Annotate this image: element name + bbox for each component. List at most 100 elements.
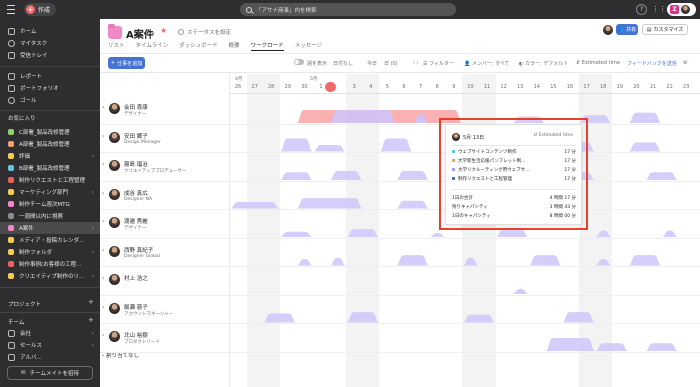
sidebar-item-team[interactable]: セールス › [0, 339, 100, 351]
workload-bar[interactable] [296, 198, 363, 209]
workload-bar[interactable] [279, 138, 313, 152]
workload-bar[interactable] [429, 233, 446, 237]
help-icon[interactable]: ? [636, 4, 647, 15]
workload-bar[interactable] [346, 229, 380, 237]
workload-bar[interactable] [645, 172, 679, 180]
sidebar-item-favorite[interactable]: メディア・投稿カレンダ... [0, 234, 100, 246]
tab-overview[interactable]: 概要 [229, 41, 240, 51]
person-row[interactable]: › 渡邉 秀麗 デザイナー [100, 210, 230, 238]
workload-bar[interactable] [396, 255, 430, 266]
account-menu[interactable]: Z [667, 3, 696, 16]
today-button[interactable]: 今日 [367, 60, 377, 67]
workload-bar[interactable] [562, 312, 596, 323]
tab-messages[interactable]: メッセージ [295, 41, 322, 51]
chevron-right-icon[interactable]: › [92, 153, 94, 160]
chevron-right-icon[interactable]: › [102, 218, 104, 225]
workload-bar[interactable] [279, 172, 313, 180]
chevron-right-icon[interactable]: › [92, 273, 94, 280]
customize-button[interactable]: ▤ カスタマイズ [642, 24, 688, 35]
sidebar-item-favorite[interactable]: 評価 › [0, 150, 100, 162]
add-project-icon[interactable]: + [88, 298, 94, 306]
sidebar-item-favorite[interactable]: 制作チーム週次MTG [0, 198, 100, 210]
sidebar-item-home[interactable]: ホーム [0, 25, 100, 37]
person-row[interactable]: › 会田 喜康 デザイナー [100, 96, 230, 124]
workload-bar[interactable] [528, 255, 562, 266]
workload-bar[interactable] [628, 255, 662, 266]
chevron-right-icon[interactable]: › [102, 304, 104, 311]
workload-bar[interactable] [313, 145, 347, 152]
feedback-link[interactable]: フィードバックを送信 [627, 60, 677, 67]
projects-heading[interactable]: プロジェクト [8, 300, 41, 308]
sidebar-item-goals[interactable]: ゴール [0, 94, 100, 106]
sidebar-item-favorite[interactable]: 一週間以内に視察 [0, 210, 100, 222]
workload-bar[interactable] [628, 142, 662, 152]
search-input[interactable]: 「アサナ商事」内を検索 [240, 3, 456, 16]
chevron-right-icon[interactable]: › [102, 332, 104, 339]
workload-bar[interactable] [329, 170, 363, 180]
chevron-right-icon[interactable]: › [102, 247, 104, 254]
add-task-button[interactable]: + 仕事を追加 [108, 57, 145, 69]
person-row[interactable]: › 霧島 瑠治 クリエイティブプロデューサー [100, 153, 230, 181]
workload-bar[interactable] [462, 314, 496, 323]
chevron-right-icon[interactable]: › [92, 342, 94, 349]
share-button[interactable]: 👥 共有 [616, 24, 638, 35]
sidebar-item-reports[interactable]: レポート [0, 70, 100, 82]
tab-timeline[interactable]: タイムライン [136, 41, 169, 51]
sidebar-item-favorite[interactable]: 制作フォルダ › [0, 246, 100, 258]
star-icon[interactable]: ★ [160, 26, 167, 35]
workload-bar[interactable] [396, 200, 430, 209]
workload-bar[interactable] [661, 230, 679, 238]
prev-next-arrows-icon[interactable]: ‹ › [413, 60, 419, 66]
sidebar-item-inbox[interactable]: 受信トレイ [0, 49, 100, 61]
workload-bar[interactable] [396, 170, 430, 180]
person-row[interactable]: › 西野 真紀子 Designer Global [100, 239, 230, 267]
add-team-icon[interactable]: + [88, 316, 94, 324]
chevron-right-icon[interactable]: › [102, 161, 104, 168]
workload-bar[interactable] [329, 257, 347, 266]
apps-grid-icon[interactable]: ⋮⋮ [652, 5, 666, 14]
person-row[interactable]: › 飯瀬 慈子 アカウントマネージャー [100, 296, 230, 324]
chevron-right-icon[interactable]: › [92, 330, 94, 337]
workload-bar[interactable] [329, 110, 396, 123]
team-heading[interactable]: チーム [8, 318, 24, 326]
sidebar-item-a-project[interactable]: A案件 › [0, 222, 100, 234]
person-row[interactable]: › 北山 裕樹 プロダクトリード [100, 324, 230, 352]
weekend-toggle[interactable] [294, 59, 304, 65]
sidebar-item-portfolios[interactable]: ポートフォリオ [0, 82, 100, 94]
sidebar-item-my-tasks[interactable]: マイタスク [0, 37, 100, 49]
tab-workload[interactable]: ワークロード [250, 41, 284, 51]
person-row[interactable]: › 成谷 真広 Designer NA [100, 182, 230, 210]
chevron-down-icon[interactable]: ⌄ [150, 28, 156, 36]
chevron-right-icon[interactable]: › [102, 133, 104, 140]
workload-bar[interactable] [595, 230, 612, 238]
workload-bar[interactable] [512, 288, 529, 294]
chevron-right-icon[interactable]: › [102, 104, 104, 111]
sidebar-item-favorite[interactable]: マーケティング部門 › [0, 186, 100, 198]
members-filter[interactable]: 👤 メンバー: すべて [464, 60, 510, 67]
date-label[interactable]: 日付なし [333, 60, 353, 67]
settings-icon[interactable]: ⚙ [683, 60, 687, 66]
chevron-right-icon[interactable]: › [92, 189, 94, 196]
member-avatar[interactable] [603, 25, 613, 35]
invite-teammates-button[interactable]: ✉ チームメイトを招待 [7, 366, 93, 380]
workload-bar[interactable] [595, 343, 629, 351]
workload-bar[interactable] [645, 343, 679, 351]
workload-bar[interactable] [263, 313, 297, 323]
workload-bar[interactable] [346, 312, 380, 323]
create-button[interactable]: + 作成 [24, 3, 56, 16]
sidebar-item-team[interactable]: アルバ... [0, 351, 100, 363]
color-selector[interactable]: ◐ カラー: デフォルト [519, 60, 568, 67]
sidebar-item-favorite[interactable]: C部署_製品改修管理 [0, 126, 100, 138]
range-selector[interactable]: 日 (0) [384, 60, 398, 67]
metric-selector[interactable]: ⇵ Estimated time [576, 60, 620, 66]
workload-bar[interactable] [296, 259, 313, 266]
sidebar-item-favorite[interactable]: 制作事例(お客様の工程... [0, 258, 100, 270]
workload-bar[interactable] [628, 112, 662, 123]
chevron-right-icon[interactable]: › [92, 225, 94, 232]
sidebar-item-favorite[interactable]: B部署_製品改修管理 [0, 162, 100, 174]
tab-dashboard[interactable]: ダッシュボード [179, 41, 218, 51]
workload-bar[interactable] [495, 229, 529, 237]
chevron-right-icon[interactable]: › [102, 190, 104, 197]
sidebar-item-favorite[interactable]: 制作リクエストと工程管理 [0, 174, 100, 186]
workload-bar[interactable] [462, 257, 479, 266]
